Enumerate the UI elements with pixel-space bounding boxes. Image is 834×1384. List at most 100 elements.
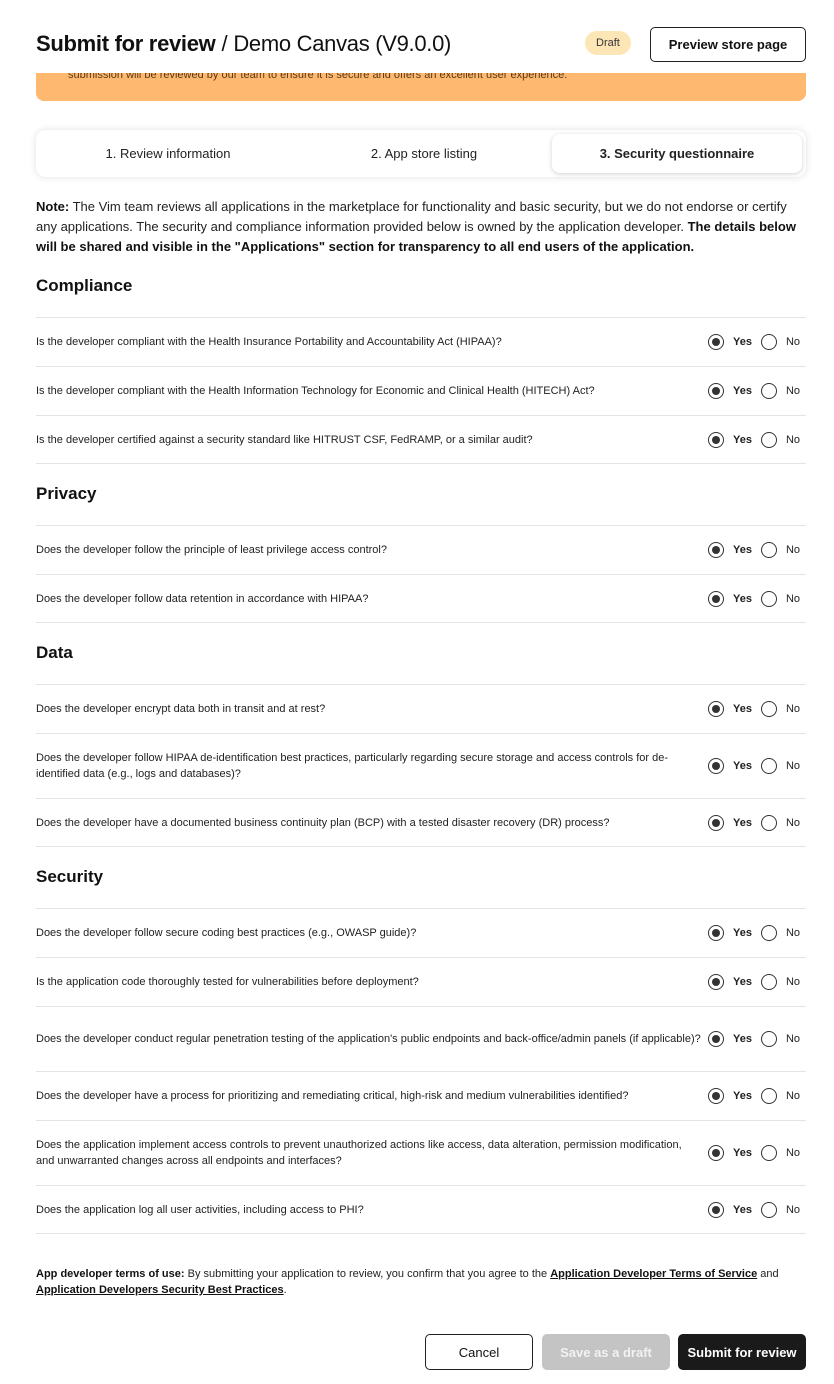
radio-yes[interactable]: Yes — [708, 542, 761, 558]
radio-no[interactable]: No — [760, 974, 800, 990]
step-review-information[interactable]: 1. Review information — [40, 134, 296, 173]
radio-yes[interactable]: Yes — [708, 334, 761, 350]
radio-no[interactable]: No — [760, 334, 801, 350]
radio-label-no: No — [785, 703, 801, 715]
radio-no[interactable]: No — [760, 925, 801, 941]
radio-unchecked-icon[interactable] — [760, 383, 777, 399]
question-text: Does the application implement access co… — [36, 1139, 682, 1167]
radio-no[interactable]: No — [760, 590, 800, 607]
radio-label-yes: Yes — [733, 816, 752, 829]
radio-yes[interactable]: Yes — [708, 1201, 761, 1218]
radio-yes[interactable]: Yes — [708, 383, 761, 399]
status-badge: Draft — [585, 31, 631, 55]
question-text: Is the developer compliant with the Heal… — [36, 336, 502, 348]
yes-no-radio-group: Yes No — [708, 334, 800, 350]
radio-unchecked-icon[interactable] — [760, 974, 777, 990]
question-text: Does the developer follow secure coding … — [36, 927, 417, 939]
radio-no[interactable]: No — [760, 758, 801, 774]
radio-yes[interactable]: Yes — [708, 431, 761, 448]
radio-checked-icon[interactable] — [708, 1088, 724, 1104]
radio-yes[interactable]: Yes — [708, 1088, 761, 1104]
cancel-button[interactable]: Cancel — [425, 1334, 533, 1370]
radio-checked-icon[interactable] — [708, 974, 724, 990]
radio-unchecked-icon[interactable] — [760, 925, 777, 941]
radio-no[interactable]: No — [760, 1145, 800, 1161]
question-row: Does the developer follow the principle … — [36, 525, 806, 574]
radio-no[interactable]: No — [760, 542, 801, 558]
radio-label-no: No — [785, 1033, 801, 1045]
radio-no[interactable]: No — [760, 701, 801, 717]
yes-no-radio-group: Yes No — [708, 542, 800, 558]
radio-yes[interactable]: Yes — [708, 814, 761, 831]
radio-no[interactable]: No — [760, 1088, 800, 1104]
step-security-questionnaire[interactable]: 3. Security questionnaire — [552, 134, 802, 173]
radio-label-yes: Yes — [733, 927, 752, 939]
radio-label-no: No — [785, 336, 801, 348]
question-row: Does the application log all user activi… — [36, 1185, 806, 1234]
radio-label-no: No — [785, 760, 801, 772]
radio-yes[interactable]: Yes — [708, 590, 761, 607]
radio-no[interactable]: No — [760, 1031, 801, 1047]
radio-no[interactable]: No — [760, 383, 800, 399]
radio-checked-icon[interactable] — [708, 431, 724, 448]
step-app-store-listing[interactable]: 2. App store listing — [296, 134, 552, 173]
radio-checked-icon[interactable] — [708, 925, 724, 941]
question-row: Does the developer have a documented bus… — [36, 798, 806, 847]
radio-unchecked-icon[interactable] — [760, 758, 777, 774]
radio-yes[interactable]: Yes — [708, 974, 761, 990]
preview-store-page-button[interactable]: Preview store page — [650, 27, 806, 62]
radio-label-yes: Yes — [733, 336, 752, 348]
question-row: Is the developer certified against a sec… — [36, 415, 806, 464]
radio-unchecked-icon[interactable] — [760, 1031, 777, 1047]
radio-no[interactable]: No — [760, 814, 801, 831]
question-text: Does the developer follow HIPAA de-ident… — [36, 752, 669, 780]
radio-label-no: No — [785, 927, 801, 939]
yes-no-radio-group: Yes No — [708, 1145, 800, 1161]
radio-label-yes: Yes — [733, 1033, 752, 1045]
radio-unchecked-icon[interactable] — [760, 1201, 777, 1218]
question-row: Is the developer compliant with the Heal… — [36, 366, 806, 415]
info-banner: submission will be reviewed by our team … — [36, 73, 806, 101]
terms-of-service-link[interactable]: Application Developer Terms of Service — [550, 1268, 757, 1280]
radio-unchecked-icon[interactable] — [760, 814, 777, 831]
radio-checked-icon[interactable] — [708, 383, 724, 399]
radio-yes[interactable]: Yes — [708, 925, 761, 941]
radio-unchecked-icon[interactable] — [760, 334, 777, 350]
radio-yes[interactable]: Yes — [708, 758, 761, 774]
radio-checked-icon[interactable] — [708, 701, 724, 717]
yes-no-radio-group: Yes No — [708, 701, 800, 717]
radio-label-no: No — [785, 544, 801, 556]
radio-checked-icon[interactable] — [708, 814, 724, 831]
radio-checked-icon[interactable] — [708, 1145, 724, 1161]
radio-yes[interactable]: Yes — [708, 1145, 761, 1161]
security-best-practices-link[interactable]: Application Developers Security Best Pra… — [36, 1284, 284, 1296]
radio-unchecked-icon[interactable] — [760, 1088, 777, 1104]
question-text: Is the developer certified against a sec… — [36, 433, 533, 446]
radio-unchecked-icon[interactable] — [760, 542, 777, 558]
radio-checked-icon[interactable] — [708, 1201, 724, 1218]
radio-yes[interactable]: Yes — [708, 701, 761, 717]
app-name: Demo Canvas (V9.0.0) — [233, 31, 452, 56]
radio-label-yes: Yes — [733, 544, 752, 556]
radio-no[interactable]: No — [760, 1201, 801, 1218]
save-draft-button[interactable]: Save as a draft — [542, 1334, 670, 1370]
radio-yes[interactable]: Yes — [708, 1031, 761, 1047]
radio-no[interactable]: No — [760, 431, 800, 448]
question-row: Is the application code thoroughly teste… — [36, 957, 806, 1006]
radio-checked-icon[interactable] — [708, 334, 724, 350]
radio-label-no: No — [785, 816, 801, 829]
radio-unchecked-icon[interactable] — [760, 1145, 777, 1161]
radio-unchecked-icon[interactable] — [760, 701, 777, 717]
note-label: Note: — [36, 199, 70, 214]
yes-no-radio-group: Yes No — [708, 758, 800, 774]
radio-checked-icon[interactable] — [708, 542, 724, 558]
question-text: Does the developer follow the principle … — [36, 544, 387, 556]
radio-checked-icon[interactable] — [708, 1031, 724, 1047]
radio-unchecked-icon[interactable] — [760, 431, 777, 448]
radio-unchecked-icon[interactable] — [760, 590, 777, 607]
radio-checked-icon[interactable] — [708, 590, 724, 607]
radio-checked-icon[interactable] — [708, 758, 724, 774]
radio-label-yes: Yes — [733, 592, 752, 605]
submit-for-review-button[interactable]: Submit for review — [678, 1334, 806, 1370]
radio-label-no: No — [785, 1203, 801, 1216]
